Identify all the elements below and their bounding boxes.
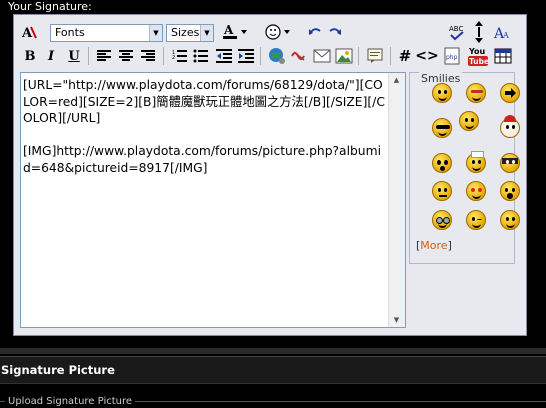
- smiley-confused-icon[interactable]: [432, 181, 452, 201]
- toolbar-separator: [358, 47, 359, 65]
- chevron-down-icon[interactable]: ▼: [200, 25, 213, 41]
- insert-link-icon[interactable]: [267, 46, 287, 66]
- smiley-cool-icon[interactable]: [466, 83, 486, 103]
- font-select-value: Fonts: [55, 26, 85, 39]
- editor: A Fonts ▼ Sizes ▼ A ABC AA B I U 12 # <>…: [13, 14, 527, 336]
- svg-text:ABC: ABC: [449, 25, 463, 33]
- smiley-grin-icon[interactable]: [459, 111, 479, 131]
- smiley-sunglasses-icon[interactable]: [432, 118, 452, 138]
- spellcheck-icon[interactable]: ABC: [447, 22, 467, 42]
- toolbar-separator: [88, 47, 89, 65]
- signature-picture-title: Signature Picture: [1, 363, 115, 377]
- html-code-button[interactable]: <>: [415, 46, 438, 66]
- more-smilies: [More]: [416, 239, 452, 252]
- wrap-code-button[interactable]: #: [395, 46, 415, 66]
- scroll-up-icon[interactable]: ▲: [389, 73, 404, 87]
- svg-text:2: 2: [172, 55, 175, 61]
- signature-label: Your Signature:: [8, 0, 92, 13]
- svg-text:A: A: [502, 31, 509, 40]
- outdent-icon[interactable]: [214, 46, 234, 66]
- smiley-ninja-icon[interactable]: [500, 153, 520, 173]
- smiley-shocked-icon[interactable]: [500, 181, 520, 201]
- size-select-value: Sizes: [171, 26, 200, 39]
- align-right-icon[interactable]: [138, 46, 158, 66]
- align-center-icon[interactable]: [116, 46, 136, 66]
- smilies-panel: Smilies [More]: [409, 72, 520, 264]
- size-select[interactable]: Sizes ▼: [166, 24, 214, 42]
- smiley-surprised-icon[interactable]: [432, 153, 452, 173]
- smiley-smile-icon[interactable]: [432, 83, 452, 103]
- upload-legend: Upload Signature Picture: [5, 396, 136, 407]
- email-link-icon[interactable]: [312, 46, 332, 66]
- ordered-list-icon[interactable]: 12: [170, 46, 190, 66]
- youtube-icon[interactable]: You Tube: [468, 44, 488, 68]
- italic-button[interactable]: I: [41, 46, 61, 66]
- insert-image-icon[interactable]: [334, 46, 354, 66]
- toolbar-separator: [260, 47, 261, 65]
- svg-text:Tube: Tube: [469, 57, 488, 66]
- smiley-menu-icon[interactable]: [264, 22, 292, 42]
- quote-icon[interactable]: [365, 46, 385, 66]
- signature-textarea[interactable]: [URL="http://www.playdota.com/forums/681…: [20, 72, 406, 328]
- svg-text:A: A: [223, 23, 234, 37]
- more-smilies-link[interactable]: More: [420, 239, 447, 252]
- section-divider: [0, 348, 546, 354]
- vertical-scrollbar[interactable]: ▲ ▼: [388, 73, 405, 327]
- align-left-icon[interactable]: [94, 46, 114, 66]
- chevron-down-icon[interactable]: ▼: [149, 25, 162, 41]
- smiley-love-icon[interactable]: [466, 181, 486, 201]
- font-size-toggle-icon[interactable]: AA: [492, 22, 512, 42]
- svg-text:You: You: [468, 47, 486, 56]
- signature-picture-header: Signature Picture: [0, 356, 546, 384]
- smiley-santa-icon[interactable]: [500, 115, 520, 138]
- table-icon[interactable]: [493, 46, 513, 66]
- resize-arrows-icon[interactable]: [469, 19, 489, 45]
- scroll-down-icon[interactable]: ▼: [389, 313, 404, 327]
- smiley-wink-icon[interactable]: [466, 210, 486, 230]
- php-code-icon[interactable]: php: [442, 46, 462, 66]
- smiley-happy-icon[interactable]: [500, 210, 520, 230]
- smiley-nerd-icon[interactable]: [432, 210, 452, 230]
- more-bracket-close: ]: [447, 239, 452, 252]
- toolbar-separator: [163, 47, 164, 65]
- signature-textarea-content[interactable]: [URL="http://www.playdota.com/forums/681…: [23, 77, 385, 176]
- upload-fieldset: Upload Signature Picture: [0, 388, 546, 408]
- svg-text:php: php: [446, 54, 458, 61]
- text-color-button[interactable]: A: [221, 22, 249, 42]
- redo-icon[interactable]: [325, 22, 345, 42]
- unordered-list-icon[interactable]: [191, 46, 211, 66]
- remove-format-icon[interactable]: A: [19, 22, 39, 42]
- font-select[interactable]: Fonts ▼: [50, 24, 163, 42]
- toolbar-separator: [390, 47, 391, 65]
- arrow-right-icon[interactable]: [500, 83, 520, 103]
- bold-button[interactable]: B: [20, 46, 40, 66]
- undo-icon[interactable]: [305, 22, 325, 42]
- underline-button[interactable]: U: [64, 46, 84, 66]
- indent-icon[interactable]: [236, 46, 256, 66]
- smiley-nurse-icon[interactable]: [466, 151, 486, 173]
- remove-link-icon[interactable]: [289, 46, 309, 66]
